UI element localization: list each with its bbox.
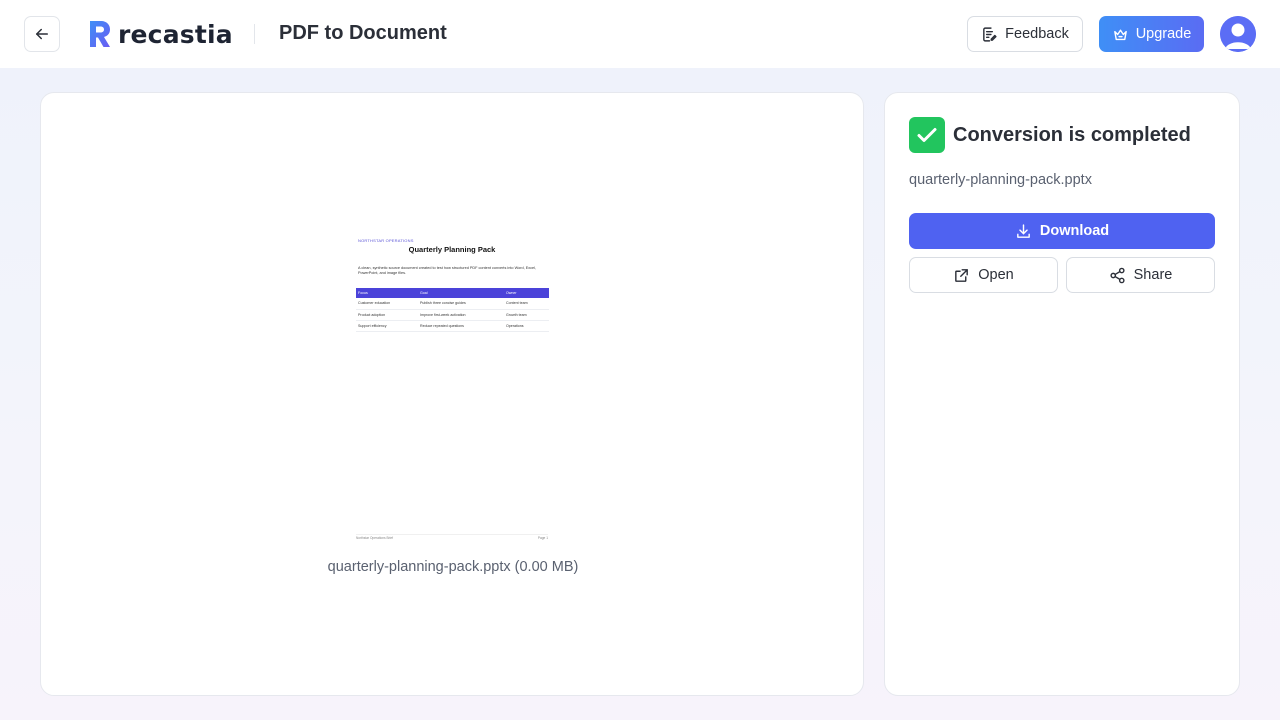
- doc-table-cell: Operations: [504, 320, 549, 332]
- document-preview[interactable]: NORTHSTAR OPERATIONS Quarterly Planning …: [352, 229, 552, 541]
- doc-table-header: Owner: [504, 288, 549, 298]
- header-divider: [254, 24, 255, 44]
- download-label: Download: [1039, 223, 1110, 239]
- page-title: PDF to Document: [279, 22, 447, 44]
- feedback-label: Feedback: [1005, 26, 1069, 42]
- user-avatar[interactable]: [1220, 16, 1256, 52]
- arrow-left-icon: [36, 28, 48, 40]
- external-link-icon: [955, 268, 969, 282]
- share-icon: [1110, 267, 1125, 283]
- download-button[interactable]: Download: [909, 213, 1215, 249]
- doc-table-row: Support efficiency Reduce repeated quest…: [356, 320, 549, 332]
- logo-mark-icon: [90, 21, 110, 47]
- doc-org: NORTHSTAR OPERATIONS: [358, 238, 414, 243]
- edit-note-icon: [983, 26, 997, 42]
- upgrade-button[interactable]: Upgrade: [1099, 16, 1204, 52]
- doc-table-cell: Growth team: [504, 309, 549, 321]
- doc-table-cell: Publish three concise guides: [418, 298, 504, 310]
- doc-title: Quarterly Planning Pack: [408, 245, 496, 254]
- doc-table-cell: Improve first-week activation: [418, 309, 504, 321]
- back-button[interactable]: [24, 16, 60, 52]
- user-avatar-icon: [1220, 16, 1256, 52]
- preview-panel: NORTHSTAR OPERATIONS Quarterly Planning …: [40, 92, 864, 696]
- logo-text: recastia: [118, 19, 233, 49]
- recastia-logo[interactable]: recastia: [88, 17, 233, 51]
- share-button[interactable]: Share: [1066, 257, 1215, 293]
- download-icon: [1016, 223, 1030, 238]
- doc-table-row: Customer education Publish three concise…: [356, 298, 549, 310]
- doc-table-cell: Reduce repeated questions: [418, 320, 504, 332]
- file-caption: quarterly-planning-pack.pptx (0.00 MB): [327, 559, 579, 575]
- result-filename: quarterly-planning-pack.pptx: [909, 172, 1092, 188]
- doc-table-row: Product adoption Improve first-week acti…: [356, 309, 549, 321]
- doc-footer-left: Northstar Operations Brief: [356, 536, 394, 540]
- doc-footer: Northstar Operations Brief Page 1: [356, 534, 548, 540]
- doc-table-cell: Product adoption: [356, 309, 418, 321]
- doc-table-cell: Support efficiency: [356, 320, 418, 332]
- result-title: Conversion is completed: [953, 124, 1191, 146]
- open-label: Open: [978, 267, 1014, 283]
- open-button[interactable]: Open: [909, 257, 1058, 293]
- doc-table: Focus Goal Owner Customer education Publ…: [356, 288, 549, 332]
- share-label: Share: [1133, 267, 1173, 283]
- check-icon: [917, 128, 937, 142]
- doc-footer-right: Page 1: [537, 536, 548, 540]
- doc-table-header: Goal: [418, 288, 504, 298]
- upgrade-label: Upgrade: [1135, 26, 1192, 42]
- top-header: recastia PDF to Document Feedback Upgrad…: [0, 0, 1280, 68]
- feedback-button[interactable]: Feedback: [967, 16, 1083, 52]
- doc-table-cell: Customer education: [356, 298, 418, 310]
- crown-icon: [1113, 29, 1127, 40]
- doc-table-header-row: Focus Goal Owner: [356, 288, 549, 298]
- doc-intro: A clean, synthetic source document creat…: [358, 266, 537, 275]
- success-badge: [909, 117, 945, 153]
- result-panel: Conversion is completed quarterly-planni…: [884, 92, 1240, 696]
- doc-table-header: Focus: [356, 288, 418, 298]
- doc-table-cell: Content team: [504, 298, 549, 310]
